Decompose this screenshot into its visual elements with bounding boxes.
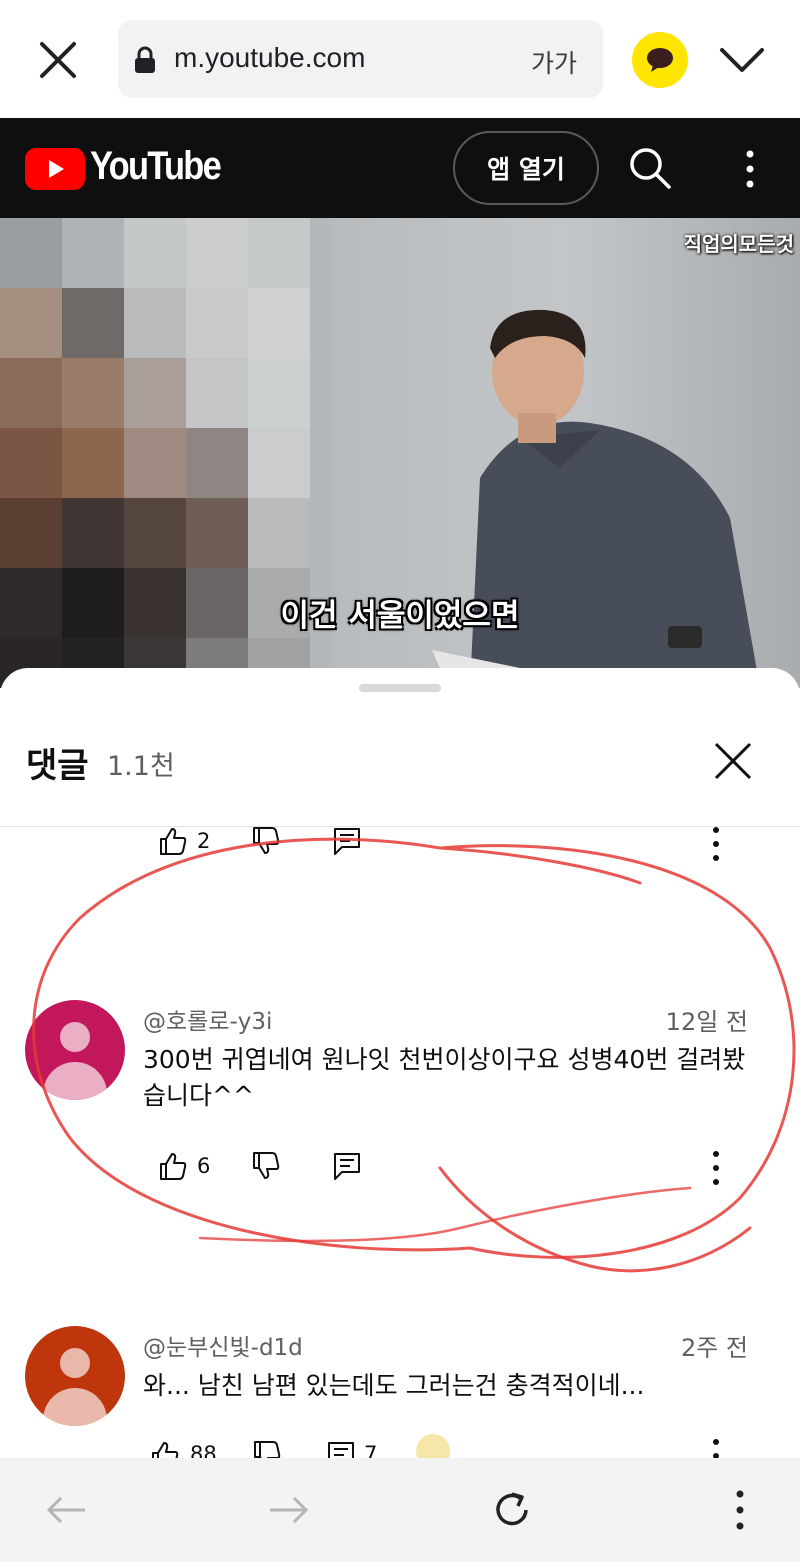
avatar[interactable]: [25, 1326, 125, 1426]
like-count: 88: [190, 1442, 217, 1458]
forward-arrow-icon[interactable]: [266, 1488, 310, 1532]
comment-time: 12일 전: [665, 1008, 748, 1036]
comment-author[interactable]: @눈부신빛-d1d: [143, 1328, 303, 1362]
comment-more-icon[interactable]: [711, 1438, 721, 1458]
video-subtitle: 이건 서울이었으면: [280, 598, 520, 634]
open-app-button[interactable]: 앱 열기: [453, 131, 599, 205]
comment-more-icon[interactable]: [711, 1150, 721, 1186]
drag-handle[interactable]: [359, 684, 441, 692]
browser-toolbar: m.youtube.com 가가: [0, 0, 800, 118]
dislike-icon[interactable]: [252, 1440, 282, 1458]
comment-text: 와... 남친 남편 있는데도 그러는건 충격적이네...: [143, 1371, 645, 1400]
refresh-icon[interactable]: [490, 1488, 534, 1532]
comment-item: @호롤로-y3i 12일 전 300번 귀엽네여 원나잇 천번이상이구요 성병4…: [0, 998, 800, 1198]
kakao-button[interactable]: [632, 32, 688, 88]
youtube-wordmark[interactable]: YouTube: [90, 144, 222, 189]
comment-author[interactable]: @호롤로-y3i: [143, 1002, 272, 1036]
reply-icon[interactable]: [332, 826, 362, 856]
video-player[interactable]: 직업의모든것 이건 서울이었으면: [0, 218, 800, 688]
youtube-logo-icon[interactable]: [25, 148, 85, 190]
comment-time: 2주 전: [680, 1334, 748, 1362]
reply-count: 7: [364, 1442, 378, 1458]
comment-text: 300번 귀엽네여 원나잇 천번이상이구요 성병40번 걸려봤습니다^^: [143, 1045, 746, 1110]
channel-watermark: 직업의모든것: [683, 232, 794, 256]
reply-icon[interactable]: [326, 1440, 356, 1458]
lock-icon: [135, 46, 155, 73]
like-icon[interactable]: [150, 1440, 180, 1458]
back-arrow-icon[interactable]: [45, 1488, 89, 1532]
comments-title: 댓글: [26, 746, 89, 786]
like-count: 2: [197, 829, 211, 853]
browser-bottom-nav: [0, 1458, 800, 1562]
comments-count: 1.1천: [107, 751, 175, 782]
creator-heart-avatar: [416, 1434, 450, 1458]
chevron-down-icon[interactable]: [718, 42, 766, 78]
comment-more-icon[interactable]: [711, 826, 721, 862]
dislike-icon[interactable]: [251, 1151, 281, 1181]
avatar[interactable]: [25, 1000, 125, 1100]
more-vert-icon[interactable]: [738, 148, 762, 190]
reply-icon[interactable]: [332, 1151, 362, 1181]
search-icon[interactable]: [628, 146, 672, 190]
comment-previous-actions: 2: [0, 826, 800, 886]
dislike-icon[interactable]: [251, 826, 281, 856]
text-size-button[interactable]: 가가: [531, 44, 577, 80]
close-tab-icon[interactable]: [34, 36, 82, 84]
youtube-header: YouTube 앱 열기: [0, 118, 800, 218]
close-icon[interactable]: [710, 738, 756, 784]
like-icon[interactable]: [158, 1151, 188, 1181]
address-bar[interactable]: m.youtube.com 가가: [118, 20, 603, 98]
like-count: 6: [197, 1154, 211, 1178]
comment-item: @눈부신빛-d1d 2주 전 와... 남친 남편 있는데도 그러는건 충격적이…: [0, 1324, 800, 1458]
like-icon[interactable]: [158, 826, 188, 856]
chat-bubble-icon: [647, 48, 673, 72]
url-text: m.youtube.com: [174, 42, 366, 73]
more-vert-icon[interactable]: [718, 1488, 762, 1532]
comments-panel: 댓글 1.1천 2 @호롤로-y3i 12일 전 300번 귀엽네여 원나잇 천…: [0, 668, 800, 1458]
